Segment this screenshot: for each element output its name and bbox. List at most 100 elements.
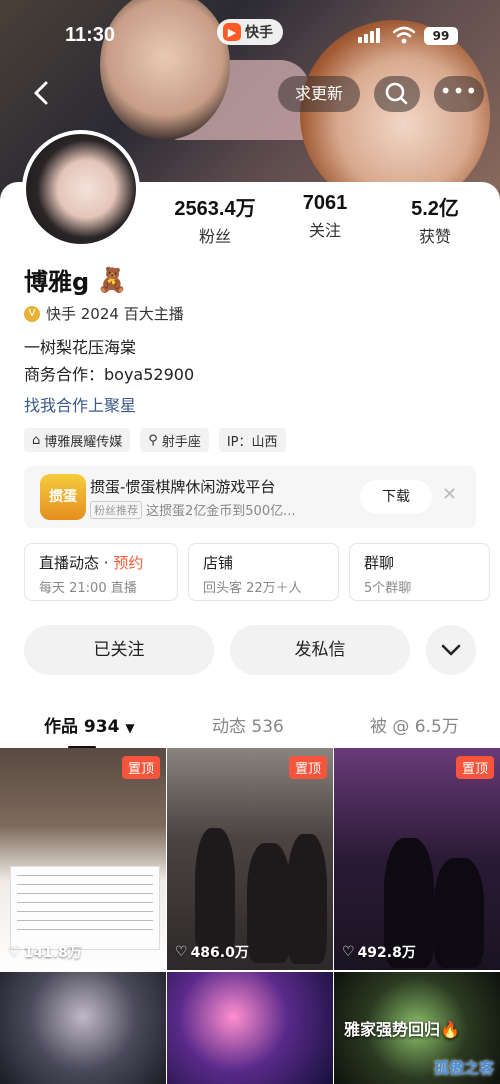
box-title: 直播动态 · 预约 — [39, 552, 163, 573]
wifi-icon — [393, 26, 415, 44]
video-thumbnail[interactable]: 置顶 ♡ 141.8万 — [0, 748, 166, 970]
stat-value: 2563.4万 — [174, 198, 256, 220]
video-thumbnail[interactable]: 置顶 ♡ 492.8万 — [334, 748, 500, 970]
tab-mentions[interactable]: 被 @ 6.5万 — [370, 712, 459, 737]
battery-indicator: 99 — [424, 27, 458, 45]
video-grid: 置顶 ♡ 141.8万 置顶 ♡ 486.0万 置顶 ♡ 492.8万 雅家强势… — [0, 748, 500, 1084]
stat-value: 7061 — [302, 192, 348, 214]
stat-likes[interactable]: 5.2亿 获赞 — [380, 192, 490, 247]
followed-button[interactable]: 已关注 — [24, 625, 214, 675]
stat-following[interactable]: 7061 关注 — [270, 192, 380, 247]
tag-zodiac[interactable]: ⚲ 射手座 — [140, 428, 209, 452]
video-thumbnail[interactable] — [167, 972, 333, 1084]
person-silhouette — [287, 834, 327, 964]
building-icon: ⌂ — [32, 432, 41, 448]
heart-icon: ♡ — [175, 944, 188, 960]
kuaishou-logo-icon: ▶ — [223, 23, 241, 41]
pinned-badge: 置顶 — [121, 756, 160, 779]
tab-moments[interactable]: 动态 536 — [212, 712, 284, 737]
game-logo: 掼蛋 — [40, 474, 86, 520]
download-button[interactable]: 下载 — [360, 480, 432, 514]
heart-icon: ♡ — [8, 944, 21, 960]
like-count-value: 492.8万 — [357, 945, 416, 961]
request-update-button[interactable]: 求更新 — [278, 76, 360, 112]
expand-button[interactable] — [426, 625, 476, 675]
video-thumbnail[interactable] — [0, 972, 166, 1084]
collab-link[interactable]: 找我合作上聚星 — [24, 392, 136, 416]
box-title-dot: · — [103, 554, 109, 572]
avatar[interactable] — [22, 130, 140, 248]
like-count-value: 486.0万 — [190, 945, 249, 961]
pinned-badge: 置顶 — [455, 756, 494, 779]
bio-line-2: 商务合作：boya52900 — [24, 365, 195, 384]
game-ad-banner[interactable]: 掼蛋 掼蛋-惯蛋棋牌休闲游戏平台 粉丝推荐 这掼蛋2亿金币到500亿... 下载… — [24, 466, 476, 528]
tag-label: 博雅展耀传媒 — [44, 434, 123, 450]
tag-label: IP：山西 — [226, 434, 278, 450]
more-dots-icon: ••• — [439, 79, 479, 103]
status-bar: 11:30 ▶ 快手 99 — [0, 0, 500, 72]
ad-subtitle-text: 这掼蛋2亿金币到500亿... — [146, 504, 296, 519]
tab-works[interactable]: 作品 934 ▼ — [44, 712, 135, 737]
content-tabs: 作品 934 ▼ 动态 536 被 @ 6.5万 — [0, 712, 500, 752]
back-icon[interactable] — [24, 75, 60, 111]
message-button[interactable]: 发私信 — [230, 625, 410, 675]
box-subtitle: 每天 21:00 直播 — [39, 581, 137, 596]
profile-tags: ⌂ 博雅展耀传媒 ⚲ 射手座 IP：山西 — [24, 428, 286, 452]
box-title: 群聊 — [364, 554, 395, 572]
bio-line-1: 一树梨花压海棠 — [24, 338, 137, 357]
profile-stats: 2563.4万 粉丝 7061 关注 5.2亿 获赞 — [160, 192, 490, 247]
box-title-text: 直播动态 — [39, 554, 100, 572]
search-icon: ⚲ — [148, 432, 158, 448]
stat-label: 关注 — [308, 221, 341, 240]
teddy-bear-icon: 🧸 — [97, 265, 128, 294]
profile-name: 博雅g 🧸 — [24, 262, 127, 297]
person-silhouette — [434, 858, 484, 968]
anchor-title-text: 快手 2024 百大主播 — [46, 305, 184, 323]
app-badge-label: 快手 — [245, 25, 273, 41]
profile-name-text: 博雅g — [24, 268, 90, 296]
video-thumbnail[interactable]: 雅家强势回归🔥 孤傲之客 — [334, 972, 500, 1084]
video-thumbnail[interactable]: 置顶 ♡ 486.0万 — [167, 748, 333, 970]
watermark: 孤傲之客 — [433, 1059, 494, 1077]
ad-chip: 粉丝推荐 — [90, 500, 142, 519]
like-count: ♡ 486.0万 — [175, 942, 249, 962]
search-icon — [385, 82, 408, 105]
app-badge: ▶ 快手 — [217, 19, 283, 45]
stat-followers[interactable]: 2563.4万 粉丝 — [160, 192, 270, 247]
stat-value: 5.2亿 — [411, 198, 459, 220]
tag-company[interactable]: ⌂ 博雅展耀传媒 — [24, 428, 131, 452]
ad-title: 掼蛋-惯蛋棋牌休闲游戏平台 — [90, 478, 276, 496]
box-subtitle: 回头客 22万＋人 — [203, 581, 302, 596]
tag-label: 射手座 — [161, 434, 201, 450]
status-time: 11:30 — [65, 24, 116, 46]
stat-label: 粉丝 — [198, 227, 231, 246]
close-icon[interactable]: ✕ — [442, 484, 457, 505]
video-caption: 雅家强势回归🔥 — [344, 1020, 460, 1039]
pinned-badge: 置顶 — [288, 756, 327, 779]
group-chat-box[interactable]: 群聊 5个群聊 — [349, 543, 490, 601]
box-subtitle: 5个群聊 — [364, 581, 412, 596]
person-silhouette — [195, 828, 235, 958]
caret-down-icon: ▼ — [125, 721, 135, 735]
tab-label: 作品 934 — [44, 717, 120, 737]
stat-label: 获赞 — [418, 227, 451, 246]
live-schedule-box[interactable]: 直播动态 · 预约 每天 21:00 直播 — [24, 543, 178, 601]
feature-boxes: 直播动态 · 预约 每天 21:00 直播 店铺 回头客 22万＋人 群聊 5个… — [24, 543, 490, 601]
person-silhouette — [247, 843, 291, 963]
shop-box[interactable]: 店铺 回头客 22万＋人 — [188, 543, 339, 601]
like-count-value: 141.8万 — [23, 945, 82, 961]
document-image — [10, 866, 160, 950]
search-button[interactable] — [374, 76, 420, 112]
tag-ip-location: IP：山西 — [218, 428, 286, 452]
heart-icon: ♡ — [342, 944, 355, 960]
more-options-button[interactable]: ••• — [434, 76, 484, 112]
chevron-down-icon — [441, 644, 461, 656]
ad-subtitle: 粉丝推荐 这掼蛋2亿金币到500亿... — [90, 500, 295, 519]
profile-actions: 已关注 发私信 — [24, 625, 476, 675]
box-title: 店铺 — [203, 554, 234, 572]
anchor-title[interactable]: V 快手 2024 百大主播 — [24, 303, 184, 324]
signal-icon — [358, 28, 380, 43]
like-count: ♡ 141.8万 — [8, 942, 82, 962]
reserve-label: 预约 — [113, 554, 144, 572]
verified-badge-icon: V — [24, 305, 40, 322]
